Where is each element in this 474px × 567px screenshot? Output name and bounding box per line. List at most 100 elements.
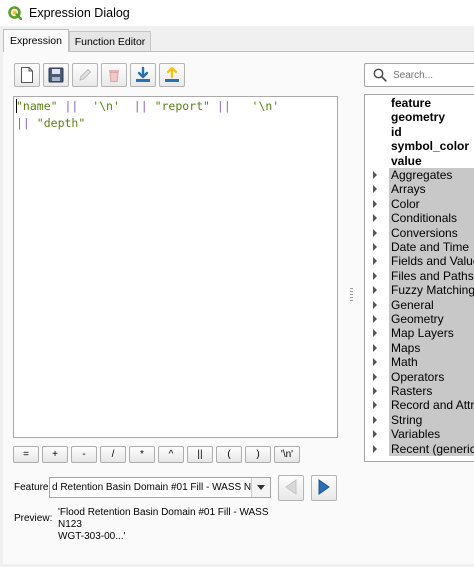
preview-line: 'Flood Retention Basin Domain #01 Fill -… [58, 507, 269, 530]
delete-button[interactable] [101, 63, 127, 87]
operator-token: || [216, 99, 231, 113]
divide-operator-button[interactable]: / [100, 446, 126, 463]
tree-item-label: Conversions [391, 225, 458, 240]
feature-combobox-value: d Retention Basin Domain #01 Fill - WASS… [52, 482, 268, 493]
tree-item-group[interactable]: Rasters [365, 384, 474, 399]
tree-item-group[interactable]: Recent (generic) [365, 441, 474, 456]
expand-arrow-icon[interactable] [373, 286, 377, 295]
save-button[interactable] [43, 63, 69, 87]
plus-operator-button[interactable]: + [42, 446, 68, 463]
expand-arrow-icon[interactable] [373, 199, 377, 208]
tree-item-group[interactable]: Arrays [365, 182, 474, 197]
import-button[interactable] [130, 63, 156, 87]
operator-buttons: = + - / * ^ || ( ) '\n' [13, 446, 300, 463]
newline-operator-button[interactable]: '\n' [274, 446, 300, 463]
tree-item-label: Map Layers [391, 326, 454, 341]
tree-item-label: Date and Time [391, 240, 470, 254]
expand-arrow-icon[interactable] [373, 315, 377, 323]
string-token: "name" [16, 99, 58, 113]
editor-toolbar [14, 63, 185, 87]
minus-operator-button[interactable]: - [71, 446, 97, 463]
tree-item-label: Maps [391, 340, 421, 355]
tree-item-group[interactable]: Geometry [365, 312, 474, 327]
tree-item-field[interactable]: value [365, 154, 474, 168]
tree-item-group[interactable]: Maps [365, 340, 474, 356]
expand-arrow-icon[interactable] [373, 214, 377, 223]
edit-button[interactable] [72, 63, 98, 87]
expand-arrow-icon[interactable] [373, 300, 377, 309]
power-operator-button[interactable]: ^ [158, 446, 184, 463]
download-icon [134, 66, 152, 84]
expand-arrow-icon[interactable] [373, 243, 377, 251]
feature-combobox[interactable]: d Retention Basin Domain #01 Fill - WASS… [49, 477, 271, 498]
expand-arrow-icon[interactable] [373, 444, 377, 453]
expand-arrow-icon[interactable] [373, 372, 377, 381]
tree-item-field[interactable]: id [365, 125, 474, 139]
tree-item-group[interactable]: General [365, 297, 474, 312]
operator-token: || [133, 99, 148, 113]
expand-arrow-icon[interactable] [373, 343, 377, 352]
tree-item-label: Fuzzy Matching [391, 283, 474, 298]
tree-item-label: Record and Attributes [391, 398, 474, 413]
tree-item-group[interactable]: Conditionals [365, 211, 474, 226]
tree-item-group[interactable]: Aggregates [365, 168, 474, 183]
tree-item-label: Math [391, 355, 418, 370]
expand-arrow-icon[interactable] [373, 387, 377, 395]
operator-token: || [16, 116, 30, 130]
splitter-handle[interactable] [350, 288, 353, 302]
tree-item-field[interactable]: feature [365, 96, 474, 110]
tree-item-label: Operators [391, 369, 445, 384]
tree-item-group[interactable]: Math [365, 355, 474, 370]
tree-item-field[interactable]: symbol_color [365, 139, 474, 153]
search-icon [373, 68, 387, 85]
edit-icon [77, 67, 93, 83]
expand-arrow-icon[interactable] [373, 271, 377, 280]
new-file-button[interactable] [14, 63, 40, 87]
multiply-operator-button[interactable]: * [129, 446, 155, 463]
tree-item-label: feature [391, 96, 432, 110]
tree-item-group[interactable]: Map Layers [365, 326, 474, 341]
chevron-down-icon[interactable] [251, 478, 270, 497]
expand-arrow-icon[interactable] [373, 228, 377, 237]
tree-item-group[interactable]: String [365, 412, 474, 428]
equals-operator-button[interactable]: = [13, 446, 39, 463]
expand-arrow-icon[interactable] [373, 415, 377, 424]
tree-item-group[interactable]: Conversions [365, 225, 474, 240]
preview-value: 'Flood Retention Basin Domain #01 Fill -… [58, 507, 288, 543]
export-button[interactable] [159, 63, 185, 87]
expand-arrow-icon[interactable] [373, 430, 377, 439]
close-paren-button[interactable]: ) [245, 446, 271, 463]
next-feature-button[interactable] [311, 475, 337, 501]
tab-function-editor[interactable]: Function Editor [69, 31, 151, 51]
expand-arrow-icon[interactable] [373, 329, 377, 338]
concat-operator-button[interactable]: || [187, 446, 213, 463]
tree-item-group[interactable]: Record and Attributes [365, 398, 474, 413]
code-line: "name" || '\n' || "report" || '\n' [16, 98, 279, 114]
tree-item-field[interactable]: geometry [365, 110, 474, 124]
tree-item-label: symbol_color [391, 139, 470, 154]
search-input[interactable] [393, 67, 473, 83]
expand-arrow-icon[interactable] [373, 358, 377, 367]
previous-feature-button[interactable] [278, 475, 304, 501]
string-token: "depth" [36, 116, 86, 130]
tree-item-group[interactable]: Files and Paths [365, 268, 474, 284]
expand-arrow-icon[interactable] [373, 171, 377, 179]
tree-item-group[interactable]: Operators [365, 369, 474, 384]
tree-item-group[interactable]: Variables [365, 427, 474, 442]
open-paren-button[interactable]: ( [216, 446, 242, 463]
title-bar: Expression Dialog [0, 0, 474, 26]
expand-arrow-icon[interactable] [373, 401, 377, 410]
tab-expression[interactable]: Expression [3, 29, 69, 52]
expression-editor[interactable]: "name" || '\n' || "report" || '\n' || "d… [13, 96, 338, 438]
function-search-box[interactable] [364, 63, 474, 87]
tree-item-label: Color [391, 196, 420, 211]
expand-arrow-icon[interactable] [373, 257, 377, 266]
tree-item-group[interactable]: Fuzzy Matching [365, 283, 474, 298]
tree-item-group[interactable]: Date and Time [365, 240, 474, 255]
tree-item-group[interactable]: Color [365, 196, 474, 212]
tree-item-label: String [391, 412, 423, 427]
operator-token: || [64, 99, 79, 113]
tree-item-group[interactable]: Fields and Values [365, 254, 474, 269]
expand-arrow-icon[interactable] [373, 185, 377, 194]
tree-item-label: Rasters [391, 384, 433, 398]
